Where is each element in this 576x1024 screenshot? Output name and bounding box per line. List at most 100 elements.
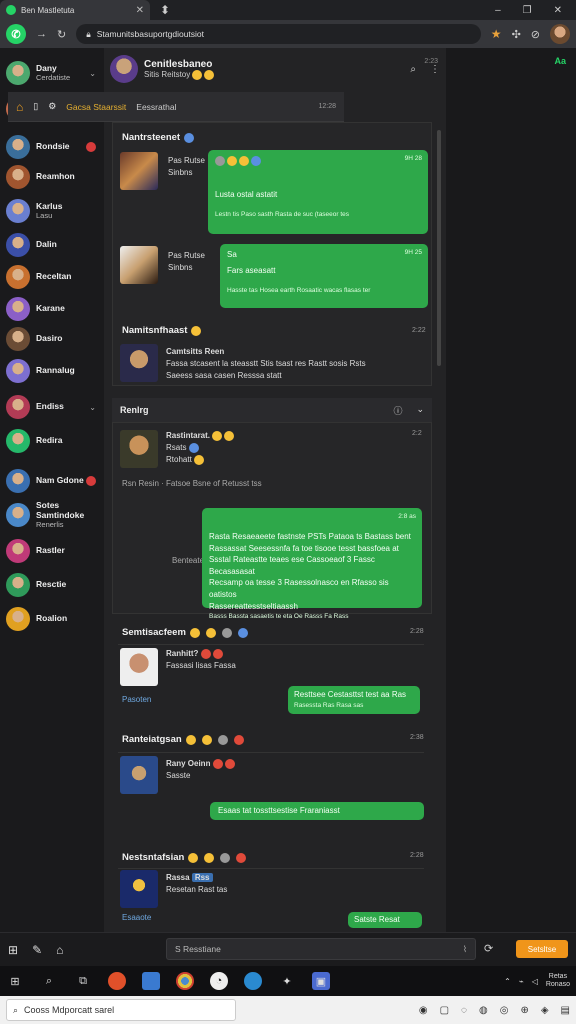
sidebar-chat-item[interactable]: Dany Cerdatiste ⌄ bbox=[0, 58, 104, 88]
contact-thumbnail[interactable] bbox=[120, 870, 158, 908]
maximize-icon[interactable]: ❐ bbox=[523, 5, 532, 16]
app-icon[interactable]: ◈ bbox=[541, 1005, 549, 1016]
chevron-up-icon[interactable]: ⌃ bbox=[504, 977, 511, 986]
sidebar-chat-item[interactable]: Rastler bbox=[0, 536, 104, 566]
sidebar-chat-item[interactable]: Karane bbox=[0, 294, 104, 324]
chat-list-sidebar: DanyCerdatiste⌄SontieRondsieReamhonKarlu… bbox=[0, 48, 104, 932]
menu-icon[interactable]: ⋮ bbox=[430, 64, 440, 75]
browser-tab[interactable]: Ben Mastletuta ✕ bbox=[0, 0, 150, 20]
chat-name: Receltan bbox=[36, 271, 72, 282]
sidebar-chat-item[interactable]: Endiss ⌄ bbox=[0, 392, 104, 422]
search-icon[interactable]: ⌕ bbox=[410, 64, 416, 75]
grid-icon[interactable]: ⊞ bbox=[8, 943, 18, 957]
contact-avatar[interactable] bbox=[110, 55, 138, 83]
chat-icon[interactable]: ⌂ bbox=[56, 943, 63, 957]
edge-icon[interactable] bbox=[244, 972, 262, 990]
sidebar-chat-item[interactable]: Receltan bbox=[0, 262, 104, 292]
url-field[interactable]: 🔒︎ Stamunitsbasuportgdioutsiot bbox=[76, 24, 481, 44]
toolbar-sub[interactable]: Eessrathal bbox=[136, 102, 176, 112]
app-icon[interactable]: ◌ bbox=[461, 1005, 467, 1016]
search-icon[interactable]: ⌕ bbox=[40, 972, 58, 990]
message-bubble[interactable]: Sa 9H 25 Fars aseasatt Hasste tas Hosea … bbox=[220, 244, 428, 308]
app-icon[interactable]: ✦ bbox=[278, 972, 296, 990]
app-icon[interactable]: ▣ bbox=[312, 972, 330, 990]
start-icon[interactable]: ⊞ bbox=[6, 972, 24, 990]
message-bubble[interactable]: Esaas tat tossttsestise Fraraniasst bbox=[210, 802, 424, 820]
contact-thumbnail[interactable] bbox=[120, 756, 158, 794]
network-icon[interactable]: ⌁ bbox=[519, 977, 524, 986]
media-thumbnail[interactable] bbox=[120, 152, 158, 190]
section-header[interactable]: Renlrg ⓘ ⌄ bbox=[112, 398, 432, 422]
message-bubble[interactable]: Resttsee Cestasttst test aa Ras Rasessta… bbox=[288, 686, 420, 714]
whatsapp-app-icon[interactable]: ✆ bbox=[6, 24, 26, 44]
sidebar-chat-item[interactable]: Redira bbox=[0, 426, 104, 456]
contact-thumbnail[interactable] bbox=[120, 344, 158, 382]
app-icon[interactable]: ◔ bbox=[210, 972, 228, 990]
scrollbar[interactable] bbox=[437, 130, 441, 366]
emoji-icon bbox=[221, 627, 232, 638]
media-thumbnail[interactable] bbox=[120, 246, 158, 284]
settings-icon[interactable]: ⚙ bbox=[48, 101, 56, 112]
task-view-icon[interactable]: ⧉ bbox=[74, 972, 92, 990]
profile-avatar[interactable] bbox=[550, 24, 570, 44]
sidebar-chat-item[interactable]: Resctie bbox=[0, 570, 104, 600]
emoji-icon bbox=[212, 430, 223, 441]
message-bubble[interactable]: 2:8 as Rasta Resaeaeete fastnste PSTs Pa… bbox=[202, 508, 422, 620]
sidebar-chat-item[interactable]: Dasiro bbox=[0, 324, 104, 354]
message-line: Rassassat Seesessnfa fa toe tisooe tesst… bbox=[209, 543, 399, 553]
sidebar-chat-item[interactable]: Sotes Samtindoke Renerlis bbox=[0, 500, 104, 530]
firefox-icon[interactable] bbox=[108, 972, 126, 990]
info-icon[interactable]: ⓘ bbox=[393, 404, 402, 417]
volume-icon[interactable]: ◁ bbox=[532, 977, 538, 986]
os-taskbar: ⊞ ⌕ ⧉ ◔ ✦ ▣ ⌃ ⌁ ◁ Retas Ronaso bbox=[0, 966, 576, 996]
close-window-icon[interactable]: ✕ bbox=[554, 5, 562, 16]
toolbar-label[interactable]: Gacsa Staarssit bbox=[66, 102, 126, 112]
message-bubble[interactable]: Satste Resat bbox=[348, 912, 422, 928]
clock[interactable]: Retas Ronaso bbox=[546, 973, 570, 990]
chrome-icon[interactable] bbox=[176, 972, 194, 990]
chevron-down-icon[interactable]: ⌄ bbox=[416, 404, 424, 417]
clipboard-icon[interactable]: ▯ bbox=[33, 101, 38, 112]
forward-icon[interactable]: → bbox=[36, 28, 47, 40]
chevron-down-icon[interactable]: ⌄ bbox=[89, 403, 96, 412]
sidebar-chat-item[interactable]: Dalin bbox=[0, 230, 104, 260]
app-icon[interactable]: ◍ bbox=[479, 1005, 488, 1016]
sidebar-chat-item[interactable]: Karlus Lasu bbox=[0, 196, 104, 226]
history-icon[interactable]: ⟳ bbox=[484, 942, 493, 955]
chat-name: Rastler bbox=[36, 545, 65, 556]
chevron-down-icon[interactable]: ⌄ bbox=[89, 69, 96, 78]
send-button[interactable]: Setsltse bbox=[516, 940, 568, 958]
file-explorer-icon[interactable] bbox=[142, 972, 160, 990]
app-icon[interactable]: ⊕ bbox=[520, 1005, 528, 1016]
message-bubble[interactable]: 9H 28 Lusta ostal astatit Lestn tis Paso… bbox=[208, 150, 428, 234]
emoji-icon bbox=[237, 627, 248, 638]
conversation-header[interactable]: Cenitlesbaneo Sitis Reitstoy ⌕ ⋮ 2:23 bbox=[110, 52, 440, 86]
attach-icon[interactable]: ✎ bbox=[32, 943, 42, 957]
message-text: Esaas tat tossttsestise Fraraniasst bbox=[218, 806, 340, 815]
bookmark-star-icon[interactable]: ★ bbox=[491, 27, 502, 41]
app-icon[interactable]: ◎ bbox=[500, 1005, 509, 1016]
reload-icon[interactable]: ↻ bbox=[57, 28, 66, 41]
sidebar-chat-item[interactable]: Nam Gdone bbox=[0, 466, 104, 496]
sidebar-chat-item[interactable]: Rondsie bbox=[0, 132, 104, 162]
sidebar-chat-item[interactable]: Rannalug bbox=[0, 356, 104, 386]
contact-thumbnail[interactable] bbox=[120, 430, 158, 468]
thread-time: 2:2 bbox=[412, 430, 422, 437]
app-icon[interactable]: ◉ bbox=[419, 1005, 428, 1016]
contact-thumbnail[interactable] bbox=[120, 648, 158, 686]
sidebar-chat-item[interactable]: Roalion bbox=[0, 604, 104, 634]
chat-name: Karane bbox=[36, 303, 65, 314]
sidebar-chat-item[interactable]: Reamhon bbox=[0, 162, 104, 192]
os-search-field[interactable]: ⌕ Cooss Mdporcatt sarel bbox=[6, 999, 236, 1021]
thread-title: Namitsnfhaast bbox=[122, 325, 203, 336]
tab-search-icon[interactable]: ⬍ bbox=[160, 3, 170, 17]
close-tab-icon[interactable]: ✕ bbox=[136, 5, 144, 16]
home-icon[interactable]: ⌂ bbox=[16, 100, 23, 114]
minimize-icon[interactable]: – bbox=[495, 5, 501, 16]
account-sync-icon[interactable]: ⊘ bbox=[531, 28, 540, 41]
app-icon[interactable]: ▢ bbox=[440, 1005, 449, 1016]
app-icon[interactable]: ▤ bbox=[561, 1005, 570, 1016]
attach-pin-icon[interactable]: ⌇ bbox=[463, 944, 467, 955]
extensions-icon[interactable]: ✣ bbox=[512, 28, 521, 41]
message-input[interactable]: S Resstiane ⌇ bbox=[166, 938, 476, 960]
